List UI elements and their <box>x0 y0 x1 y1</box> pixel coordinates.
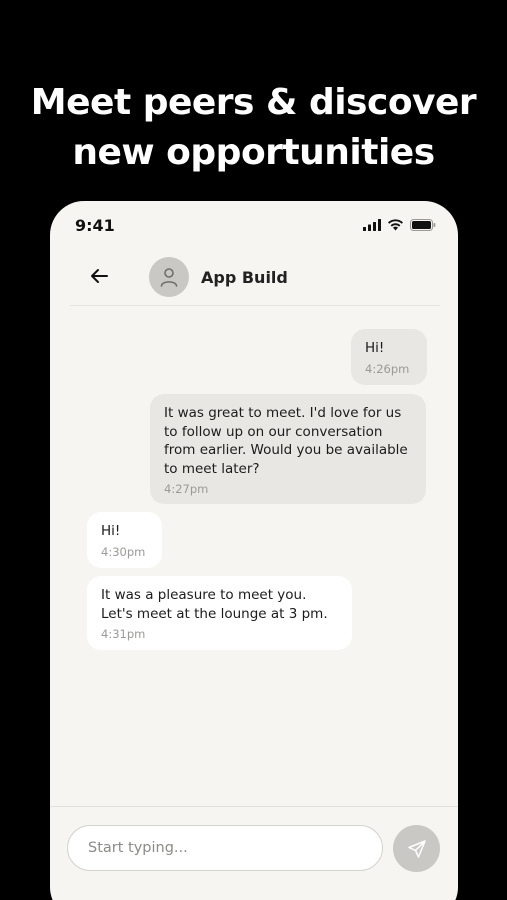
send-icon <box>407 839 426 858</box>
promo-headline: Meet peers & discover new opportunities <box>0 78 507 178</box>
send-button[interactable] <box>393 825 440 872</box>
promo-screen: Meet peers & discover new opportunities … <box>0 0 507 900</box>
avatar[interactable] <box>149 257 189 297</box>
message-bubble-outgoing: It was great to meet. I'd love for us to… <box>150 394 426 504</box>
chat-header: App Build <box>70 251 440 306</box>
message-text: It was great to meet. I'd love for us to… <box>164 405 408 477</box>
message-time: 4:30pm <box>101 544 146 559</box>
phone-screen: 9:41 App Build Hi! 4:26pm It was great t… <box>50 201 458 900</box>
back-button[interactable] <box>88 265 110 287</box>
arrow-left-icon <box>91 269 108 283</box>
headline-line-2: new opportunities <box>72 132 435 173</box>
composer-divider <box>50 806 458 807</box>
wifi-icon <box>388 219 403 231</box>
message-bubble-incoming: It was a pleasure to meet you. Let's mee… <box>87 576 352 650</box>
signal-icon <box>363 219 381 231</box>
message-bubble-incoming: Hi! 4:30pm <box>87 512 162 568</box>
chat-title[interactable]: App Build <box>201 268 288 287</box>
message-time: 4:31pm <box>101 627 146 641</box>
battery-icon <box>410 219 436 231</box>
status-icons <box>363 219 436 231</box>
message-text: It was a pleasure to meet you. Let's mee… <box>101 587 328 622</box>
status-time: 9:41 <box>75 216 115 235</box>
message-text: Hi! <box>101 523 121 539</box>
message-text: Hi! <box>365 340 385 356</box>
message-time: 4:26pm <box>365 361 410 376</box>
message-time: 4:27pm <box>164 482 209 496</box>
message-bubble-outgoing: Hi! 4:26pm <box>351 329 427 385</box>
headline-line-1: Meet peers & discover <box>30 82 477 123</box>
user-icon <box>160 268 178 287</box>
message-input[interactable] <box>67 825 383 871</box>
status-bar: 9:41 <box>50 201 458 251</box>
